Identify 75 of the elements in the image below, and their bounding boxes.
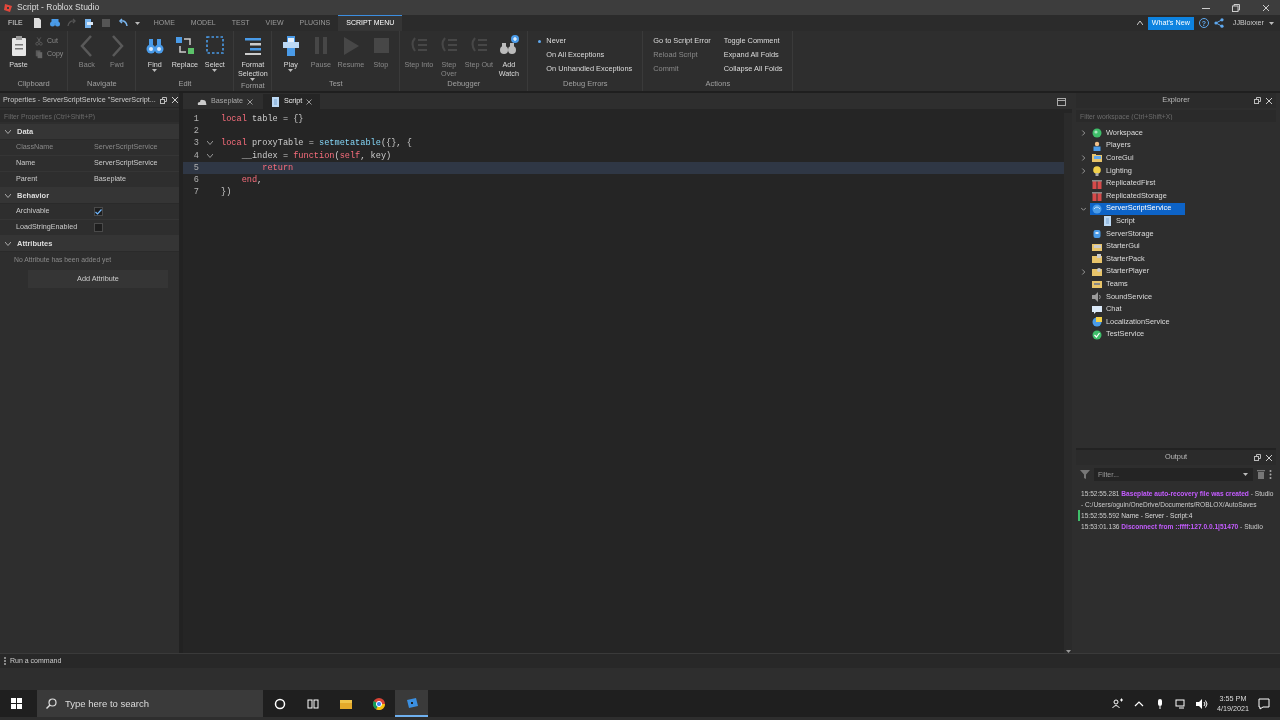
maximize-icon[interactable] [1057,98,1066,106]
script-icon [1102,216,1112,227]
crate-icon [1092,191,1102,202]
speaker-icon[interactable] [1196,697,1208,710]
check-icon [1092,329,1102,340]
fold-icon[interactable] [207,141,213,146]
more-icon[interactable] [1269,469,1272,479]
code-line: local table = {} [221,113,304,125]
notification-icon[interactable] [1258,697,1270,710]
folder-icon [1092,153,1102,164]
code-line: local proxyTable = setmetatable({}, { [221,138,412,149]
person-icon [1092,140,1102,151]
code-line: __index = function(self, key) [240,150,392,161]
fold-icon[interactable] [207,153,213,158]
close-icon[interactable] [1262,3,1270,12]
share-icon[interactable] [1213,18,1224,28]
restore-icon[interactable] [1232,3,1240,12]
bulb-icon [1092,166,1102,177]
line-number: 6 [192,174,199,186]
windows-icon [11,698,22,709]
line-number: 1 [192,113,199,125]
circle-icon [273,697,286,710]
checkbox[interactable] [94,207,103,216]
close-icon[interactable] [1265,97,1273,105]
globe-icon [1092,128,1102,139]
undock-icon[interactable] [1254,97,1261,104]
people-icon[interactable] [1112,697,1124,710]
undock-icon[interactable] [159,96,167,104]
network-icon[interactable] [1175,697,1187,710]
line-number: 5 [192,162,199,173]
globe-icon [1092,317,1102,328]
chevron-icon [5,129,11,134]
code-line: }) [221,187,232,198]
folder-icon [1092,279,1102,290]
line-number: 4 [192,150,199,161]
speaker-icon [1092,292,1102,302]
binoculars-icon[interactable] [49,18,60,28]
script-icon [270,96,280,107]
caret-icon [1243,472,1248,476]
search-icon [46,698,57,709]
code-line: return [261,162,294,173]
folder-icon [1092,241,1102,252]
trash-icon[interactable] [1257,469,1265,479]
folder-icon [339,697,352,710]
scissors-icon [34,36,44,47]
checkbox[interactable] [94,223,103,232]
orb-icon [1092,203,1102,214]
filter-icon[interactable] [1080,469,1090,479]
folder-icon [1092,254,1102,265]
browser-icon [372,697,385,710]
search-field[interactable]: Type here to search [37,690,263,717]
copy-icon [34,49,44,60]
task-view-icon [306,697,319,710]
line-number: 2 [192,126,199,137]
close-icon[interactable] [170,96,179,104]
cloud-icon [197,98,207,105]
crate-icon [1092,178,1102,189]
collapse-icon[interactable] [1136,21,1143,25]
undock-icon[interactable] [1254,454,1261,461]
window-title: Script - Roblox Studio [17,2,100,13]
code-line: end, [240,174,263,186]
caret-icon [134,21,140,25]
line-number: 7 [192,187,199,198]
line-number: 3 [192,138,199,149]
folder-icon [1092,266,1102,277]
close-icon[interactable] [306,98,313,105]
speech-bubble-icon [1092,304,1102,315]
new-file-icon[interactable] [32,18,43,28]
close-icon[interactable] [1265,454,1273,462]
caret-icon [1269,21,1274,25]
chevron-icon [5,193,11,198]
server-icon [1092,229,1102,240]
close-icon[interactable] [246,98,253,105]
chevron-icon [5,241,11,246]
undo-icon[interactable] [117,18,128,28]
